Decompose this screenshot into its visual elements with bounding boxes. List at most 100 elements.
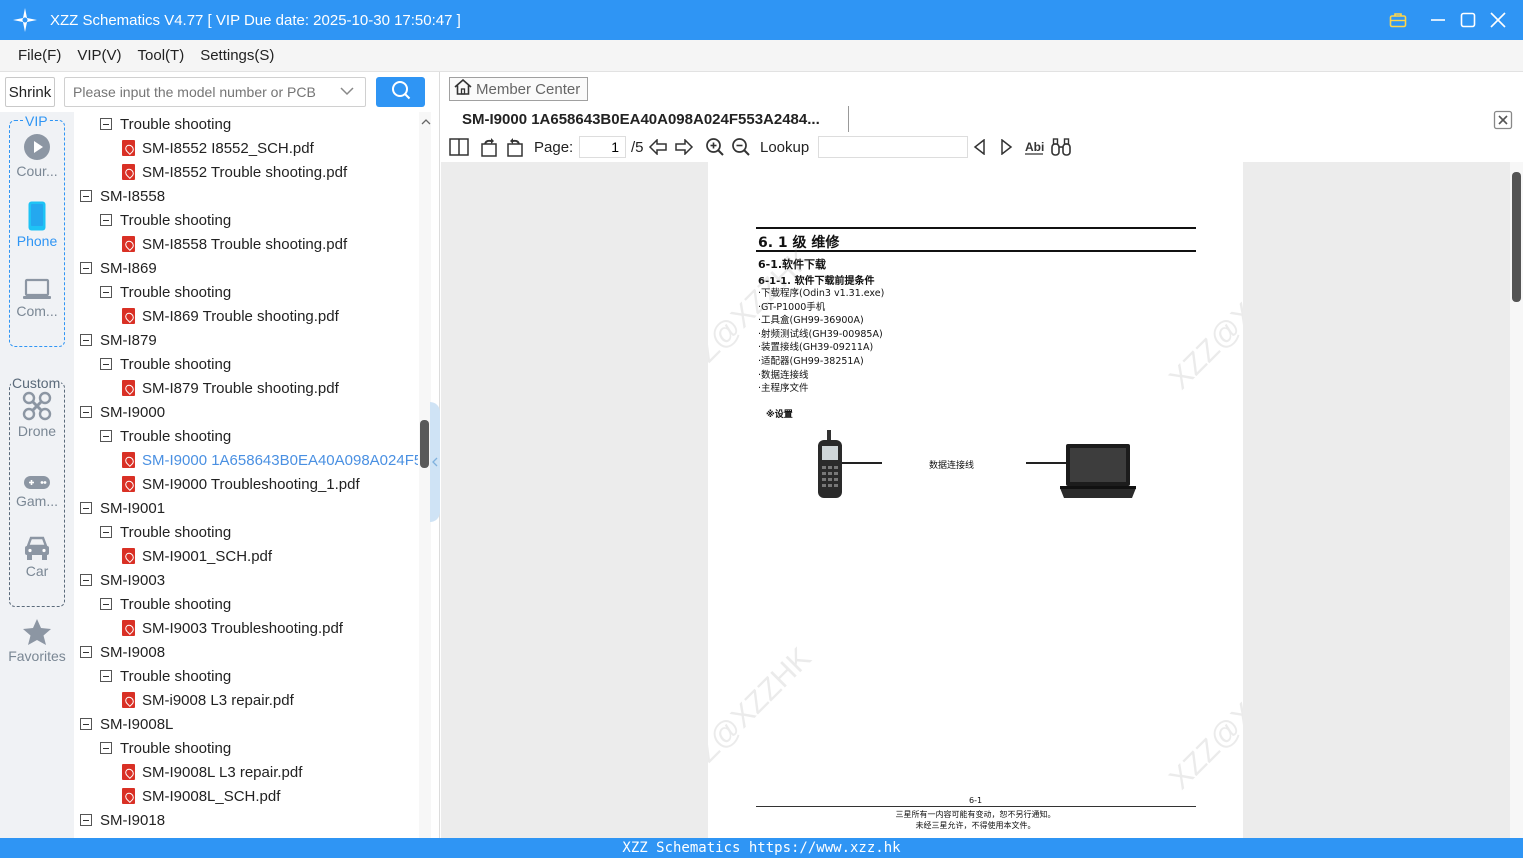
tree-folder-item[interactable]: SM-I9000 xyxy=(80,400,165,424)
shrink-button[interactable]: Shrink xyxy=(5,77,55,107)
menu-file[interactable]: File(F) xyxy=(18,47,61,64)
search-input[interactable] xyxy=(64,77,366,107)
page-number-input[interactable] xyxy=(579,136,626,158)
tree-file-item[interactable]: SM-I869 Trouble shooting.pdf xyxy=(122,304,339,328)
tree-file-item[interactable]: SM-I9008L_SCH.pdf xyxy=(122,784,280,808)
tree-file-item[interactable]: SM-I879 Trouble shooting.pdf xyxy=(122,376,339,400)
tree-file-item[interactable]: SM-I8552 I8552_SCH.pdf xyxy=(122,136,314,160)
pdf-viewer[interactable]: 6. 1 级 维修 6-1.软件下载 6-1-1. 软件下载前提条件 ·下载程序… xyxy=(441,162,1523,838)
page-footer-number: 6-1 xyxy=(969,796,983,805)
find-next-icon[interactable] xyxy=(999,139,1013,155)
tree-folder-item[interactable]: Trouble shooting xyxy=(100,520,231,544)
collapse-icon[interactable] xyxy=(100,214,112,226)
tree-file-item[interactable]: SM-I9001_SCH.pdf xyxy=(122,544,272,568)
tree-folder-item[interactable]: Trouble shooting xyxy=(100,112,231,136)
binoculars-icon[interactable] xyxy=(1050,138,1072,156)
app-logo-icon xyxy=(0,7,50,33)
next-page-icon[interactable] xyxy=(674,139,694,155)
previous-page-icon[interactable] xyxy=(648,139,668,155)
collapse-icon[interactable] xyxy=(100,598,112,610)
tree-file-item[interactable]: SM-I8552 Trouble shooting.pdf xyxy=(122,160,347,184)
collapse-icon[interactable] xyxy=(80,262,92,274)
tree-scrollbar-thumb[interactable] xyxy=(420,420,429,468)
tree-folder-item[interactable]: SM-I9018 xyxy=(80,808,165,832)
chevron-down-icon[interactable] xyxy=(340,83,354,101)
collapse-icon[interactable] xyxy=(100,118,112,130)
collapse-icon[interactable] xyxy=(80,814,92,826)
collapse-icon[interactable] xyxy=(100,742,112,754)
lookup-input[interactable] xyxy=(818,136,968,158)
sidebar-item-drone[interactable]: Drone xyxy=(0,387,74,439)
tree-folder-item[interactable]: SM-I8558 xyxy=(80,184,165,208)
tree-file-item[interactable]: SM-I8558 Trouble shooting.pdf xyxy=(122,232,347,256)
tree-folder-item[interactable]: Trouble shooting xyxy=(100,280,231,304)
gamepad-icon xyxy=(0,457,74,491)
menu-tool[interactable]: Tool(T) xyxy=(138,47,185,64)
laptop-icon xyxy=(0,267,74,301)
tree-file-item[interactable]: SM-I9000 1A658643B0EA40A098A024F553A2484… xyxy=(122,448,418,472)
tree-folder-item[interactable]: Trouble shooting xyxy=(100,208,231,232)
collapse-icon[interactable] xyxy=(80,406,92,418)
sidebar-item-favorites[interactable]: Favorites xyxy=(0,612,74,664)
tree-folder-item[interactable]: SM-I869 xyxy=(80,256,157,280)
left-panel: Shrink VIP Custom Cour... Phone Com... D… xyxy=(0,72,440,838)
collapse-icon[interactable] xyxy=(80,190,92,202)
tree-file-item[interactable]: SM-I9008L L3 repair.pdf xyxy=(122,760,302,784)
collapse-icon[interactable] xyxy=(100,430,112,442)
page-total: /5 xyxy=(631,138,644,156)
collapse-icon[interactable] xyxy=(100,670,112,682)
tree-folder-item[interactable]: SM-I9008L xyxy=(80,712,173,736)
find-previous-icon[interactable] xyxy=(973,139,987,155)
tree-folder-item[interactable]: SM-I9003 xyxy=(80,568,165,592)
collapse-icon[interactable] xyxy=(100,526,112,538)
menu-vip[interactable]: VIP(V) xyxy=(77,47,121,64)
close-button[interactable] xyxy=(1483,0,1513,40)
phone-illustration xyxy=(816,430,844,505)
collapse-icon[interactable] xyxy=(100,358,112,370)
briefcase-icon[interactable] xyxy=(1383,0,1413,40)
collapse-icon[interactable] xyxy=(80,574,92,586)
menu-settings[interactable]: Settings(S) xyxy=(200,47,274,64)
two-page-view-icon[interactable] xyxy=(449,138,469,156)
tree-folder-item[interactable]: Trouble shooting xyxy=(100,592,231,616)
minimize-button[interactable] xyxy=(1423,0,1453,40)
zoom-in-icon[interactable] xyxy=(705,137,725,157)
tree-item-label: SM-I9008L_SCH.pdf xyxy=(142,787,281,805)
search-icon xyxy=(391,80,411,105)
sidebar-item-car[interactable]: Car xyxy=(0,527,74,579)
tree-folder-item[interactable]: SM-I9001 xyxy=(80,496,165,520)
tree-file-item[interactable]: SM-I9003 Troubleshooting.pdf xyxy=(122,616,343,640)
sidebar-item-courses[interactable]: Cour... xyxy=(0,127,74,179)
pdf-file-icon xyxy=(122,764,135,780)
rotate-right-icon[interactable] xyxy=(505,137,525,157)
maximize-button[interactable] xyxy=(1453,0,1483,40)
lookup-label: Lookup xyxy=(760,138,810,156)
zoom-out-icon[interactable] xyxy=(731,137,751,157)
tree-folder-item[interactable]: Trouble shooting xyxy=(100,664,231,688)
sidebar-item-computer[interactable]: Com... xyxy=(0,267,74,319)
collapse-icon[interactable] xyxy=(80,502,92,514)
watermark: XZZ@XZZHK xyxy=(708,641,818,796)
collapse-icon[interactable] xyxy=(80,718,92,730)
tree-folder-item[interactable]: Trouble shooting xyxy=(100,736,231,760)
close-document-icon[interactable] xyxy=(1493,110,1513,135)
match-case-icon[interactable]: Abi xyxy=(1024,138,1044,156)
tree-folder-item[interactable]: Trouble shooting xyxy=(100,424,231,448)
tree-folder-item[interactable]: SM-I879 xyxy=(80,328,157,352)
collapse-icon[interactable] xyxy=(80,334,92,346)
collapse-icon[interactable] xyxy=(100,286,112,298)
rotate-left-icon[interactable] xyxy=(479,137,499,157)
tree-item-label: SM-I9008L L3 repair.pdf xyxy=(142,763,303,781)
tree-file-item[interactable]: SM-I9000 Troubleshooting_1.pdf xyxy=(122,472,360,496)
collapse-icon[interactable] xyxy=(80,646,92,658)
document-tab[interactable]: SM-I9000 1A658643B0EA40A098A024F553A2484… xyxy=(449,106,849,132)
tree-folder-item[interactable]: Trouble shooting xyxy=(100,352,231,376)
sidebar-item-game[interactable]: Gam... xyxy=(0,457,74,509)
member-center-button[interactable]: Member Center xyxy=(449,77,588,101)
tree-file-item[interactable]: SM-i9008 L3 repair.pdf xyxy=(122,688,294,712)
sidebar-item-phone[interactable]: Phone xyxy=(0,197,74,249)
search-button[interactable] xyxy=(376,77,425,107)
viewer-scrollbar-thumb[interactable] xyxy=(1512,172,1521,302)
panel-splitter-handle[interactable] xyxy=(430,402,440,522)
tree-folder-item[interactable]: SM-I9008 xyxy=(80,640,165,664)
